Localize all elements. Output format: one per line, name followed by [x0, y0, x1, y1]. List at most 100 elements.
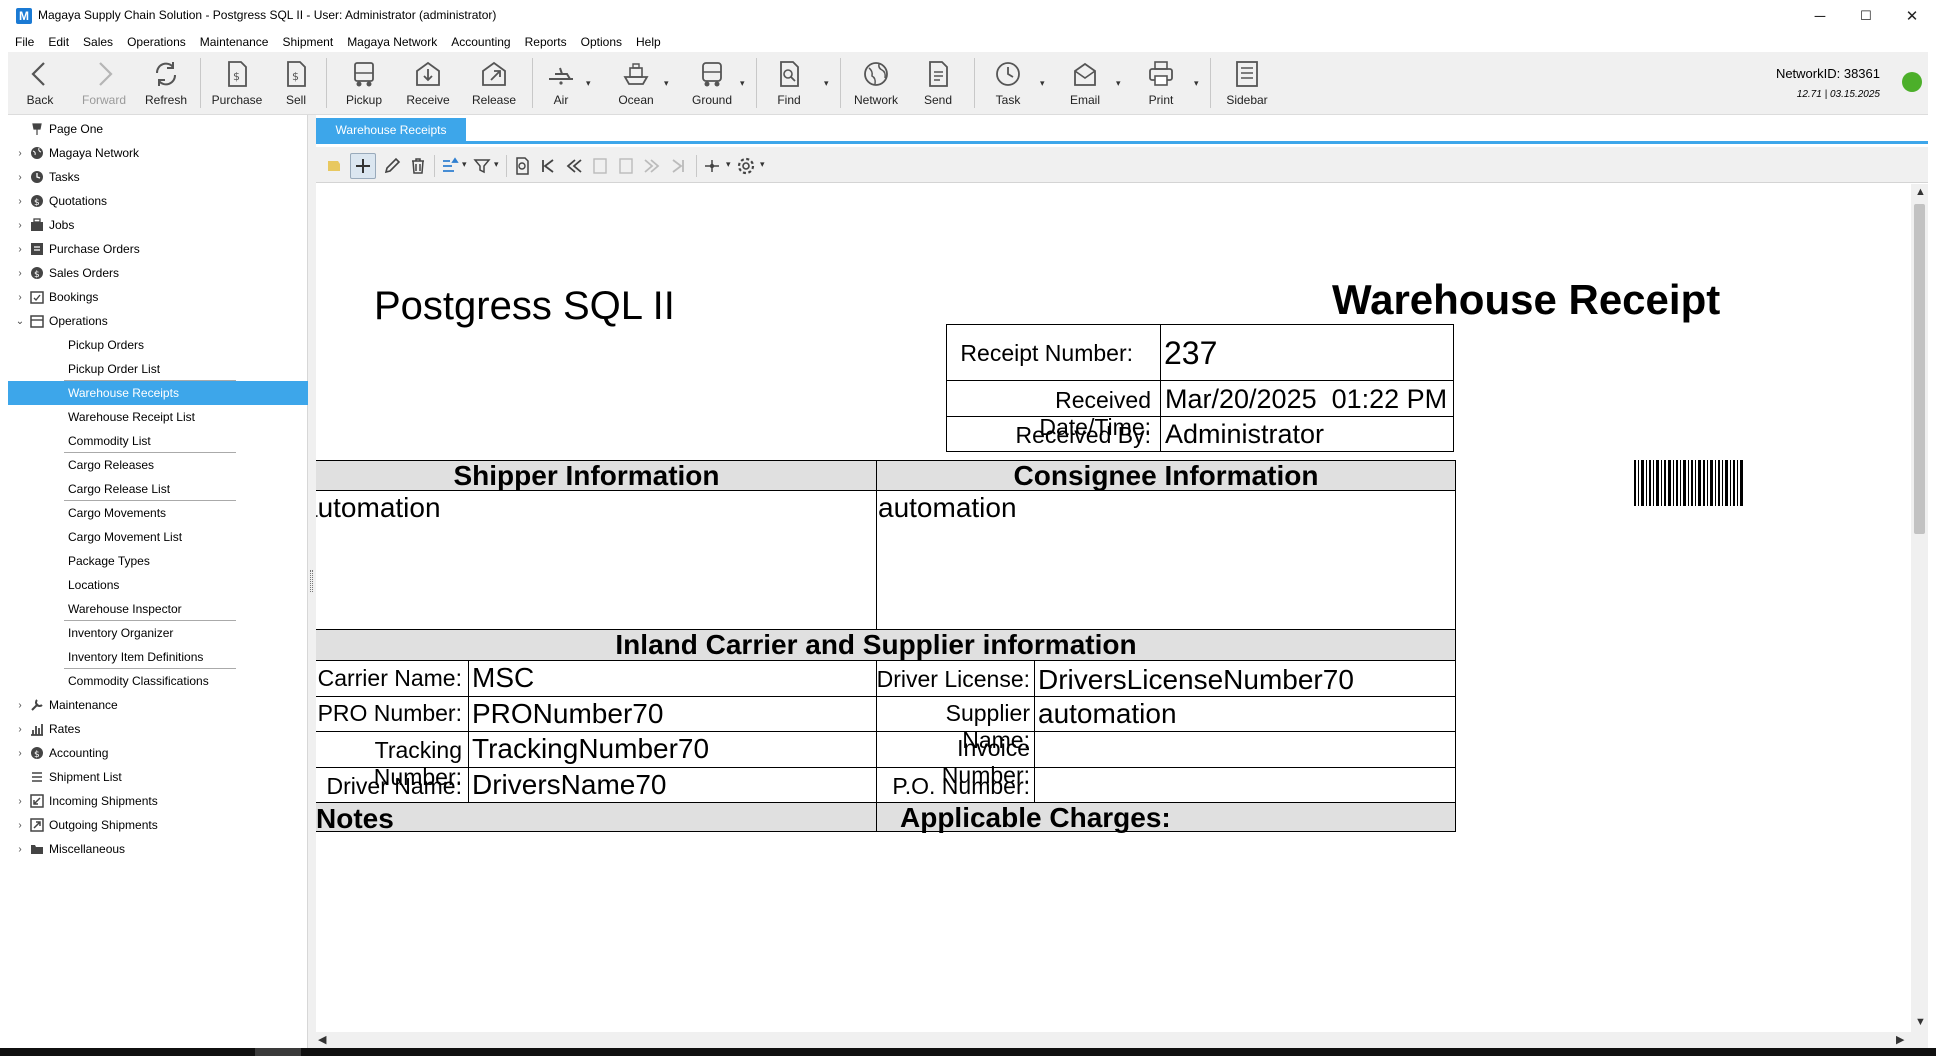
air-dropdown-icon[interactable]: ▾ — [586, 78, 591, 89]
menu-accounting[interactable]: Accounting — [444, 33, 517, 51]
minimize-button[interactable]: ─ — [1800, 4, 1840, 28]
tree-expander[interactable]: › — [15, 148, 25, 159]
tree-item-pickup-orders[interactable]: Pickup Orders — [8, 333, 308, 357]
tree-item-miscellaneous[interactable]: › Miscellaneous — [8, 837, 308, 861]
tree-item-commodity-classifications[interactable]: Commodity Classifications — [8, 669, 308, 693]
tree-expander[interactable]: › — [15, 796, 25, 807]
workflow-icon[interactable] — [702, 156, 722, 176]
menu-file[interactable]: File — [8, 33, 41, 51]
pickup-button[interactable]: Pickup — [336, 56, 392, 112]
find-dropdown-icon[interactable]: ▾ — [824, 78, 829, 89]
tree-item-pickup-order-list[interactable]: Pickup Order List — [8, 357, 308, 381]
tree-item-warehouse-inspector[interactable]: Warehouse Inspector — [8, 597, 308, 621]
tree-item-maintenance[interactable]: › Maintenance — [8, 693, 308, 717]
purchase-button[interactable]: $ Purchase — [206, 56, 268, 112]
refresh-button[interactable]: Refresh — [138, 56, 194, 112]
menu-options[interactable]: Options — [574, 33, 629, 51]
workflow-dropdown-icon[interactable]: ▾ — [726, 159, 731, 170]
scroll-up-icon[interactable]: ▲ — [1915, 186, 1926, 198]
taskbar-item[interactable] — [255, 1048, 301, 1056]
filter-dropdown-icon[interactable]: ▾ — [494, 159, 499, 170]
tree-expander[interactable]: › — [15, 268, 25, 279]
tree-item-rates[interactable]: › Rates — [8, 717, 308, 741]
menu-maintenance[interactable]: Maintenance — [193, 33, 276, 51]
tree-item-quotations[interactable]: › $ Quotations — [8, 189, 308, 213]
tree-item-shipment-list[interactable]: Shipment List — [8, 765, 308, 789]
sort-dropdown-icon[interactable]: ▾ — [462, 159, 467, 170]
send-button[interactable]: Send — [912, 56, 964, 112]
scroll-left-icon[interactable]: ◀ — [318, 1033, 326, 1046]
filter-funnel-icon[interactable] — [472, 156, 492, 176]
menu-magaya-network[interactable]: Magaya Network — [340, 33, 444, 51]
add-new-button[interactable] — [350, 153, 376, 179]
tree-item-purchase-orders[interactable]: › Purchase Orders — [8, 237, 308, 261]
tree-expander[interactable]: › — [15, 292, 25, 303]
tree-expander[interactable]: ⌄ — [15, 316, 25, 327]
tree-item-cargo-releases[interactable]: Cargo Releases — [8, 453, 308, 477]
scroll-down-icon[interactable]: ▼ — [1915, 1016, 1926, 1028]
tree-item-locations[interactable]: Locations — [8, 573, 308, 597]
tree-item-sales-orders[interactable]: › $ Sales Orders — [8, 261, 308, 285]
tree-item-package-types[interactable]: Package Types — [8, 549, 308, 573]
edit-pencil-icon[interactable] — [382, 156, 402, 176]
back-button[interactable]: Back — [16, 56, 64, 112]
air-button[interactable]: Air — [538, 56, 584, 112]
menu-shipment[interactable]: Shipment — [275, 33, 340, 51]
tree-expander[interactable]: › — [15, 700, 25, 711]
maximize-button[interactable]: ☐ — [1846, 4, 1886, 28]
ocean-button[interactable]: Ocean — [608, 56, 664, 112]
sell-button[interactable]: $ Sell — [274, 56, 318, 112]
tree-item-cargo-release-list[interactable]: Cargo Release List — [8, 477, 308, 501]
vertical-scrollbar[interactable]: ▲ ▼ — [1911, 184, 1928, 1032]
horizontal-scrollbar[interactable]: ◀ ▶ — [316, 1032, 1911, 1048]
settings-dropdown-icon[interactable]: ▾ — [760, 159, 765, 170]
menu-operations[interactable]: Operations — [120, 33, 193, 51]
tree-expander[interactable]: › — [15, 244, 25, 255]
forward-button[interactable]: Forward — [74, 56, 134, 112]
tree-item-bookings[interactable]: › Bookings — [8, 285, 308, 309]
menu-reports[interactable]: Reports — [518, 33, 574, 51]
settings-gear-icon[interactable] — [736, 156, 756, 176]
print-button[interactable]: Print — [1136, 56, 1186, 112]
sticky-note-icon[interactable] — [324, 156, 344, 176]
email-button[interactable]: Email — [1060, 56, 1110, 112]
release-button[interactable]: Release — [464, 56, 524, 112]
email-dropdown-icon[interactable]: ▾ — [1116, 78, 1121, 89]
find-button[interactable]: Find — [766, 56, 812, 112]
task-dropdown-icon[interactable]: ▾ — [1040, 78, 1045, 89]
tree-expander[interactable]: › — [15, 220, 25, 231]
tree-expander[interactable]: › — [15, 724, 25, 735]
tab-warehouse-receipts[interactable]: Warehouse Receipts — [316, 118, 466, 142]
tree-item-incoming-shipments[interactable]: › Incoming Shipments — [8, 789, 308, 813]
menu-edit[interactable]: Edit — [41, 33, 76, 51]
splitter-grip-icon[interactable] — [310, 570, 313, 592]
first-record-icon[interactable] — [538, 156, 558, 176]
tree-item-commodity-list[interactable]: Commodity List — [8, 429, 308, 453]
tree-expander[interactable]: › — [15, 820, 25, 831]
tree-item-inventory-organizer[interactable]: Inventory Organizer — [8, 621, 308, 645]
network-button[interactable]: Network — [846, 56, 906, 112]
tree-item-accounting[interactable]: › $ Accounting — [8, 741, 308, 765]
tree-expander[interactable]: › — [15, 196, 25, 207]
tree-item-warehouse-receipts[interactable]: Warehouse Receipts — [8, 381, 308, 405]
ground-button[interactable]: Ground — [684, 56, 740, 112]
ocean-dropdown-icon[interactable]: ▾ — [664, 78, 669, 89]
task-button[interactable]: Task — [984, 56, 1032, 112]
tree-expander[interactable]: › — [15, 748, 25, 759]
tree-item-page-one[interactable]: Page One — [8, 117, 308, 141]
tree-item-jobs[interactable]: › Jobs — [8, 213, 308, 237]
tree-expander[interactable]: › — [15, 844, 25, 855]
tree-item-magaya-network[interactable]: › Magaya Network — [8, 141, 308, 165]
tree-item-operations[interactable]: ⌄ Operations — [8, 309, 308, 333]
receive-button[interactable]: Receive — [398, 56, 458, 112]
tree-item-cargo-movements[interactable]: Cargo Movements — [8, 501, 308, 525]
tree-item-cargo-movement-list[interactable]: Cargo Movement List — [8, 525, 308, 549]
vertical-scroll-thumb[interactable] — [1914, 204, 1925, 534]
scroll-right-icon[interactable]: ▶ — [1896, 1033, 1904, 1046]
ground-dropdown-icon[interactable]: ▾ — [740, 78, 745, 89]
tree-item-inventory-item-definitions[interactable]: Inventory Item Definitions — [8, 645, 308, 669]
tree-item-tasks[interactable]: › Tasks — [8, 165, 308, 189]
tree-item-warehouse-receipt-list[interactable]: Warehouse Receipt List — [8, 405, 308, 429]
print-dropdown-icon[interactable]: ▾ — [1194, 78, 1199, 89]
close-button[interactable]: ✕ — [1892, 4, 1932, 28]
